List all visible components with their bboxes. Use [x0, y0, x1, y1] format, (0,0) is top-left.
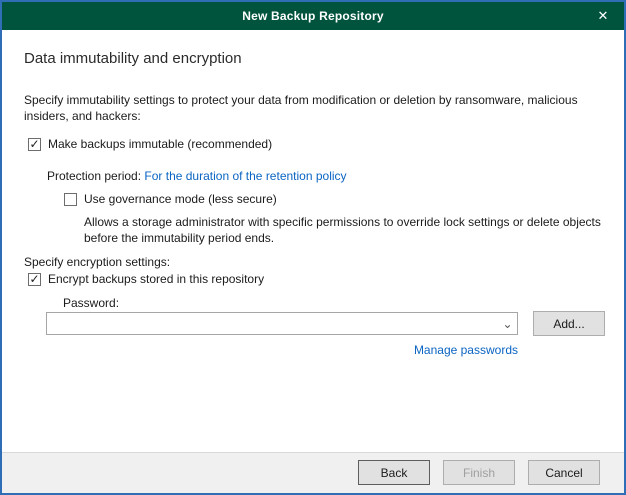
manage-passwords-line: Manage passwords — [46, 343, 518, 357]
cancel-button[interactable]: Cancel — [528, 460, 600, 485]
password-input[interactable] — [46, 312, 518, 335]
make-backups-immutable-label: Make backups immutable (recommended) — [48, 137, 272, 151]
governance-mode-checkbox[interactable] — [64, 193, 77, 206]
password-label: Password: — [63, 296, 119, 310]
encrypt-backups-row: ✓ Encrypt backups stored in this reposit… — [28, 272, 264, 286]
add-button[interactable]: Add... — [533, 311, 605, 336]
back-button[interactable]: Back — [358, 460, 430, 485]
retention-policy-link[interactable]: For the duration of the retention policy — [144, 169, 346, 183]
make-backups-immutable-checkbox[interactable]: ✓ — [28, 138, 41, 151]
close-button[interactable]: ✕ — [582, 2, 624, 30]
window-title: New Backup Repository — [2, 9, 624, 23]
page-title: Data immutability and encryption — [24, 50, 242, 67]
governance-mode-label: Use governance mode (less secure) — [84, 192, 277, 206]
password-combobox: ⌄ — [46, 312, 518, 335]
encrypt-backups-checkbox[interactable]: ✓ — [28, 273, 41, 286]
chevron-down-icon: ⌄ — [502, 317, 512, 331]
checkmark-icon: ✓ — [29, 138, 39, 150]
finish-button[interactable]: Finish — [443, 460, 515, 485]
make-backups-immutable-row: ✓ Make backups immutable (recommended) — [28, 137, 272, 151]
governance-description: Allows a storage administrator with spec… — [84, 214, 608, 246]
manage-passwords-link[interactable]: Manage passwords — [414, 343, 518, 357]
encrypt-backups-label: Encrypt backups stored in this repositor… — [48, 272, 264, 286]
governance-mode-row: Use governance mode (less secure) — [64, 192, 277, 206]
footer-bar: Back Finish Cancel — [2, 452, 624, 493]
protection-period-line: Protection period: For the duration of t… — [47, 168, 347, 184]
encryption-section-label: Specify encryption settings: — [24, 254, 170, 270]
close-icon: ✕ — [598, 8, 609, 24]
combo-dropdown-button[interactable]: ⌄ — [498, 313, 517, 334]
protection-period-label: Protection period: — [47, 169, 141, 183]
titlebar: New Backup Repository ✕ — [2, 2, 624, 30]
checkmark-icon: ✓ — [29, 273, 39, 285]
intro-text: Specify immutability settings to protect… — [24, 92, 610, 124]
dialog-window: New Backup Repository ✕ Data immutabilit… — [0, 0, 626, 495]
